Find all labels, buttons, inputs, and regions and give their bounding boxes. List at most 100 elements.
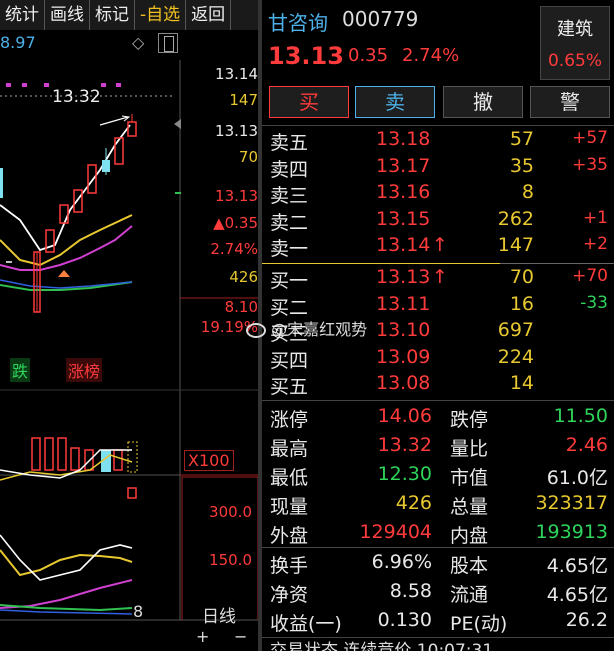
stat-value: 11.50 xyxy=(553,405,608,427)
sell-change: +35 xyxy=(572,154,608,175)
stat-value: 14.06 xyxy=(377,405,432,427)
stats-row: 最高 13.32 量比 2.46 xyxy=(262,431,614,460)
cancel-order-button[interactable]: 撤 xyxy=(443,86,523,118)
sector-name: 建筑 xyxy=(557,19,593,40)
tag-down[interactable]: 跌 xyxy=(10,358,31,382)
sell-price: 13.17 xyxy=(376,154,431,177)
stats-row: 现量 426 总量 323317 xyxy=(262,489,614,518)
weibo-logo-icon xyxy=(246,323,266,338)
toolbar-watchlist-button[interactable]: -自选 xyxy=(135,0,187,30)
sell-row-3[interactable]: 卖三 13.16 8 xyxy=(262,179,614,207)
sell-price: 13.18 xyxy=(376,128,431,150)
fund-label: 流通 xyxy=(450,584,489,606)
diamond-icon[interactable]: ◇ xyxy=(132,33,144,52)
ma30-line xyxy=(0,279,133,289)
zoom-out-button[interactable]: − xyxy=(234,627,247,646)
sector-pct: 0.65% xyxy=(547,51,602,71)
sell-row-4[interactable]: 卖四 13.17 35 +35 xyxy=(262,153,614,181)
fund-label: 净资 xyxy=(270,584,309,606)
sell-volume: 57 xyxy=(509,128,534,150)
period-selector[interactable]: 日线 xyxy=(202,602,236,627)
divider xyxy=(262,637,614,638)
sector-box[interactable]: 建筑 0.65% xyxy=(540,6,610,80)
stat-value: 129404 xyxy=(359,521,432,543)
indicator-lines xyxy=(0,534,133,615)
axis-volume: 426 xyxy=(229,268,258,286)
axis-vol-1: 147 xyxy=(229,91,258,109)
kline-chart[interactable]: 8.97 ◇ 13.32 13.14 147 13.13 70 13.13 ▲0… xyxy=(0,30,258,651)
alert-button[interactable]: 警 xyxy=(530,86,610,118)
buy-button[interactable]: 买 xyxy=(269,86,349,118)
watermark: @宋嘉红观势 xyxy=(246,316,367,340)
fund-value: 26.2 xyxy=(565,609,608,631)
sell-label: 卖三 xyxy=(270,185,309,207)
watermark-text: @宋嘉红观势 xyxy=(271,320,368,339)
zoom-in-button[interactable]: + xyxy=(196,627,209,646)
fund-value: 4.65亿 xyxy=(546,555,608,577)
buy-volume: 70 xyxy=(509,266,534,288)
stat-label: 现量 xyxy=(270,496,309,518)
sell-change: +2 xyxy=(582,234,608,254)
stat-label: 内盘 xyxy=(450,525,489,547)
buy-change: +70 xyxy=(572,266,608,286)
fund-label: PE(动) xyxy=(450,613,508,635)
stat-value: 61.0亿 xyxy=(546,467,608,489)
stat-label: 总量 xyxy=(450,496,489,518)
stats-row: 外盘 129404 内盘 193913 xyxy=(262,518,614,547)
buy-price: 13.08 xyxy=(376,372,431,394)
sell-label: 卖一 xyxy=(270,238,309,260)
ma20-line xyxy=(0,225,133,271)
stat-value: 12.30 xyxy=(377,463,432,485)
stats-row: 涨停 14.06 跌停 11.50 xyxy=(262,402,614,431)
fund-label: 收益(一) xyxy=(270,613,342,635)
sell-row-1[interactable]: 卖一 13.14 ↑ 147 +2 xyxy=(262,232,614,260)
stat-label: 外盘 xyxy=(270,525,309,547)
toolbar-draw-button[interactable]: 画线 xyxy=(45,0,90,30)
stats-row: 最低 12.30 市值 61.0亿 xyxy=(262,460,614,489)
sell-row-2[interactable]: 卖二 13.15 262 +1 xyxy=(262,206,614,234)
chart-top-left-value: 8.97 xyxy=(0,33,36,52)
buy-row-2[interactable]: 买二 13.11 16 -33 xyxy=(262,291,614,319)
buy-price: 13.09 xyxy=(376,345,431,368)
volume-multiplier: X100 xyxy=(184,450,234,471)
buy-row-4[interactable]: 买四 13.09 224 xyxy=(262,344,614,372)
buy-row-1[interactable]: 买一 13.13 ↑ 70 +70 xyxy=(262,264,614,292)
buy-volume: 697 xyxy=(497,319,534,341)
axis-vol-2: 70 xyxy=(238,148,258,166)
buy-price: 13.10 xyxy=(376,319,431,341)
ma5-line xyxy=(0,124,131,252)
sell-volume: 8 xyxy=(521,181,534,203)
lower-axis-300: 300.0 xyxy=(209,503,252,521)
stat-label: 最高 xyxy=(270,438,309,460)
sell-label: 卖五 xyxy=(270,132,309,154)
lower-axis-150: 150.0 xyxy=(209,551,252,569)
buy-price: 13.11 xyxy=(376,292,431,315)
sell-label: 卖四 xyxy=(270,158,309,181)
stock-change: 0.35 xyxy=(348,45,389,66)
fund-label: 换手 xyxy=(270,555,309,577)
fund-value: 8.58 xyxy=(389,580,432,602)
up-arrow-icon: ↑ xyxy=(432,266,448,288)
axis-current-price: 13.13 xyxy=(215,187,258,205)
sell-row-5[interactable]: 卖五 13.18 57 +57 xyxy=(262,126,614,154)
axis-price-2: 13.13 xyxy=(215,122,258,140)
trade-status-footer: 交易状态 连续竞价 10:07:31 xyxy=(270,641,494,651)
up-arrow-icon: ↑ xyxy=(432,234,448,256)
toolbar-back-button[interactable]: 返回 xyxy=(186,0,232,30)
fund-row: 净资 8.58 流通 4.65亿 xyxy=(262,577,614,606)
axis-pct: 2.74% xyxy=(210,240,258,258)
buy-volume: 16 xyxy=(509,292,534,315)
fund-value: 0.130 xyxy=(377,609,432,631)
high-price-marker: 13.32 xyxy=(52,87,101,107)
stat-value: 323317 xyxy=(535,492,608,514)
panel-toggle-icon[interactable] xyxy=(158,33,178,53)
fund-row: 收益(一) 0.130 PE(动) 26.2 xyxy=(262,606,614,635)
buy-row-5[interactable]: 买五 13.08 14 xyxy=(262,370,614,398)
sell-price: 13.15 xyxy=(376,207,431,230)
sell-button[interactable]: 卖 xyxy=(355,86,435,118)
stat-value: 193913 xyxy=(535,521,608,543)
chart-toolbar: 统计 画线 标记 -自选 返回 xyxy=(0,0,258,30)
toolbar-stats-button[interactable]: 统计 xyxy=(0,0,45,30)
tag-top-gainers[interactable]: 涨榜 xyxy=(66,358,103,382)
toolbar-mark-button[interactable]: 标记 xyxy=(90,0,135,30)
